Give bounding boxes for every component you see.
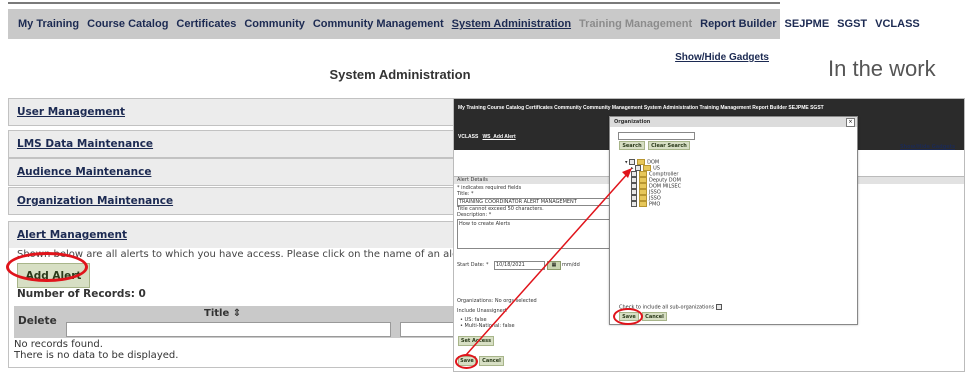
panel-lms-data-link[interactable]: LMS Data Maintenance	[9, 131, 469, 157]
title-filter-input[interactable]	[66, 322, 391, 337]
title-column-header[interactable]: Title ⇕	[204, 308, 241, 319]
no-data-text: There is no data to be displayed.	[14, 350, 179, 361]
close-icon[interactable]: ×	[846, 118, 855, 127]
org-cancel-button[interactable]: Cancel	[642, 312, 667, 321]
org-search-button[interactable]: Search	[619, 141, 645, 150]
delete-column-header: Delete	[18, 315, 57, 327]
nav-training-management[interactable]: Training Management	[579, 18, 692, 30]
inset-nav-row1: My Training Course Catalog Certificates …	[458, 105, 824, 111]
alert-description: Shown below are all alerts to which you …	[17, 249, 506, 260]
nav-sgst[interactable]: SGST	[837, 18, 867, 30]
panel-user-management-link[interactable]: User Management	[9, 99, 469, 125]
nav-community-management[interactable]: Community Management	[313, 18, 444, 30]
no-records-text: No records found.	[14, 339, 103, 350]
inset-show-hide-link: Show/Hide Gadgets	[900, 144, 956, 150]
org-dialog-header: Organization	[610, 117, 857, 127]
org-save-highlight	[613, 308, 643, 325]
panel-user-management: User Management	[8, 98, 470, 126]
inset-title-input: TRAINING COORDINATOR ALERT MANAGEMENT	[457, 198, 613, 206]
nav-certificates[interactable]: Certificates	[176, 18, 236, 30]
inset-start-date-input: 10/18/2021	[494, 261, 545, 270]
inset-nav-add-alert: WS_Add Alert	[482, 134, 516, 140]
folder-icon	[639, 201, 647, 207]
inset-start-date-label: Start Date: *	[457, 262, 489, 268]
panel-alert-management: Alert Management Shown below are all ale…	[8, 221, 505, 368]
nav-report-builder[interactable]: Report Builder	[700, 18, 776, 30]
nav-vclass[interactable]: VCLASS	[875, 18, 920, 30]
inset-set-access-button: Set Access	[458, 336, 494, 346]
top-divider	[8, 2, 780, 4]
add-alert-highlight	[6, 252, 88, 282]
nav-course-catalog[interactable]: Course Catalog	[87, 18, 168, 30]
alerts-table-header: Delete Title ⇕	[14, 306, 469, 338]
org-clear-search-button[interactable]: Clear Search	[648, 141, 690, 150]
inset-include-unassigned: Include Unassigned:	[457, 308, 508, 314]
nav-community[interactable]: Community	[244, 18, 305, 30]
inset-alert-details-label: Alert Details	[457, 177, 488, 183]
org-search-input[interactable]	[618, 132, 695, 140]
checkbox-icon[interactable]	[631, 201, 637, 207]
inset-nav-row2: VCLASS WS_Add Alert	[458, 134, 516, 140]
inset-nav-vclass: VCLASS	[458, 134, 479, 140]
checkbox-icon[interactable]	[715, 304, 722, 310]
inset-save-highlight	[455, 354, 478, 369]
inset-date-format: mm/dd	[562, 262, 580, 268]
panel-lms-data: LMS Data Maintenance	[8, 130, 470, 158]
org-dialog-title: Organization	[614, 119, 651, 125]
inset-calendar-icon: ▦	[547, 261, 561, 270]
panel-organization: Organization Maintenance	[8, 187, 470, 215]
organization-dialog: Organization × Search Clear Search ▾ DOM…	[609, 116, 858, 325]
inset-cancel-button: Cancel	[479, 356, 504, 366]
inset-desc-label: Description: *	[457, 212, 492, 218]
org-tree-item[interactable]: PMO	[631, 201, 660, 208]
nav-sejpme[interactable]: SEJPME	[785, 18, 830, 30]
panel-audience-link[interactable]: Audience Maintenance	[9, 159, 469, 185]
record-count: Number of Records: 0	[17, 288, 146, 300]
panel-audience: Audience Maintenance	[8, 158, 470, 186]
panel-alert-management-link[interactable]: Alert Management	[9, 222, 469, 248]
inset-orgs-text: Organizations: No orgs selected	[457, 298, 537, 304]
nav-my-training[interactable]: My Training	[18, 18, 79, 30]
inset-desc-input: How to create Alerts	[457, 219, 611, 249]
inset-multinational-false: • Multi-National: false	[460, 323, 515, 329]
side-note-text: In the work	[828, 56, 936, 81]
panel-organization-link[interactable]: Organization Maintenance	[9, 188, 469, 214]
show-hide-gadgets-link[interactable]: Show/Hide Gadgets	[675, 52, 769, 63]
page-title: System Administration	[329, 67, 471, 82]
inset-title-label: Title: *	[457, 191, 474, 197]
main-nav: My Training Course Catalog Certificates …	[8, 9, 920, 39]
nav-system-administration[interactable]: System Administration	[452, 18, 571, 30]
